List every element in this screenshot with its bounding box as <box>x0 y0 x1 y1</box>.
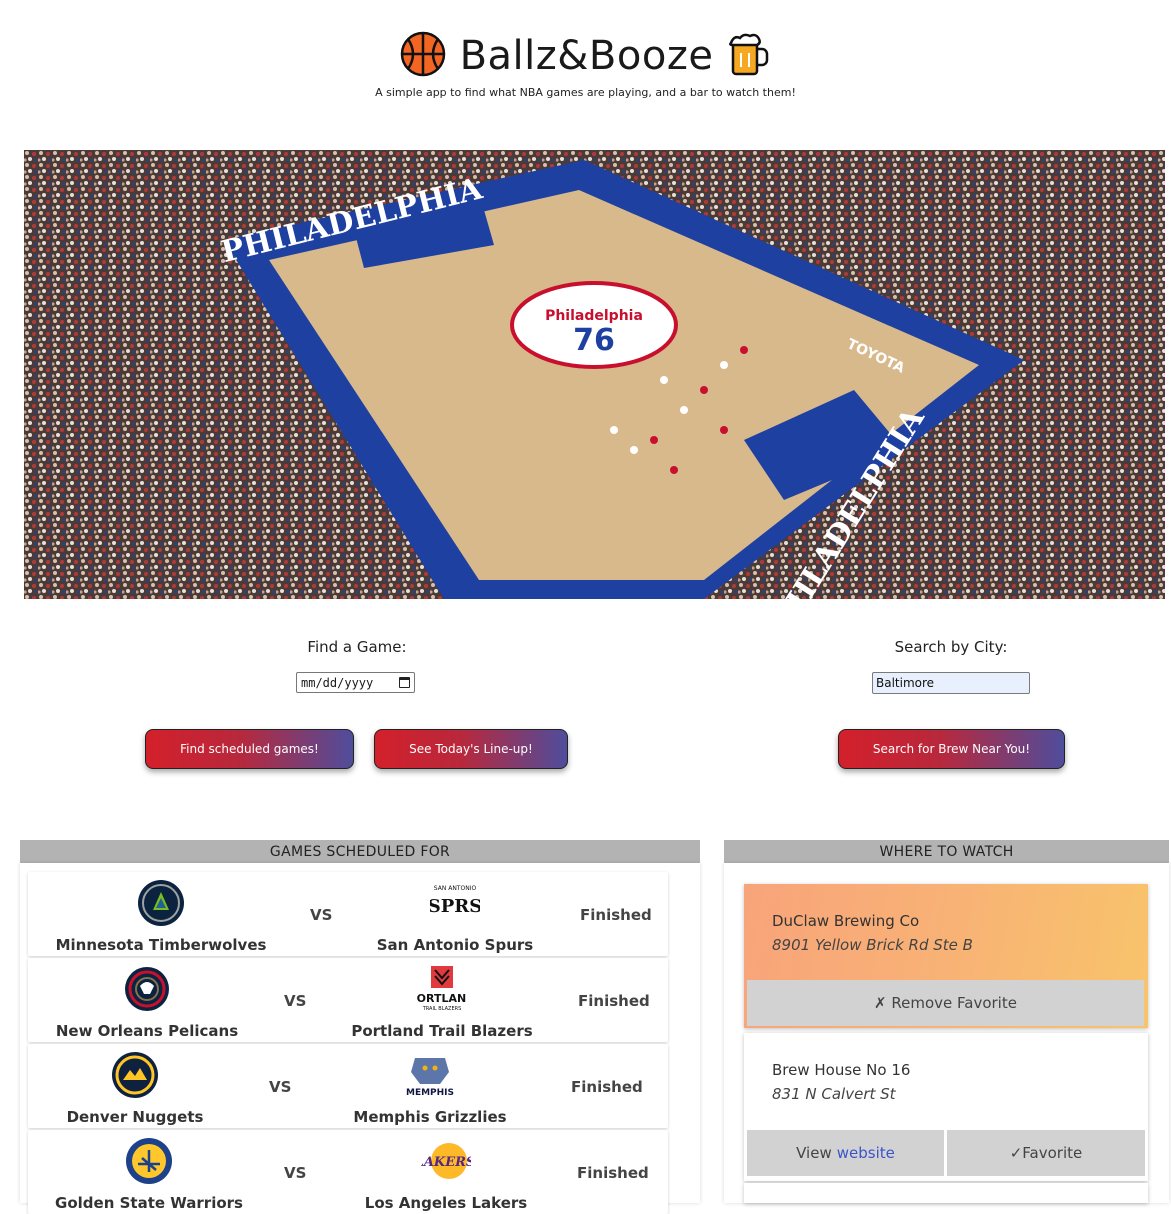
game-status: Finished <box>577 1164 649 1182</box>
see-todays-lineup-button[interactable]: See Today's Line-up! <box>374 729 568 769</box>
center-logo-number: 76 <box>573 323 615 358</box>
trail-blazers-logo-icon: PORTLANDTRAIL BLAZERS <box>409 964 475 1014</box>
bar-name: DuClaw Brewing Co <box>772 912 920 930</box>
nuggets-logo-icon <box>110 1050 160 1100</box>
svg-text:PORTLAND: PORTLAND <box>417 992 467 1005</box>
pelicans-logo-icon <box>122 964 172 1014</box>
game-status: Finished <box>580 906 652 924</box>
favorite-button[interactable]: ✓Favorite <box>947 1130 1145 1176</box>
games-section-heading: GAMES SCHEDULED FOR <box>20 840 700 863</box>
home-team-name: Minnesota Timberwolves <box>55 936 267 954</box>
home-team: New Orleans Pelicans <box>32 964 262 1040</box>
svg-text:TRAIL BLAZERS: TRAIL BLAZERS <box>422 1006 462 1012</box>
bar-address: 8901 Yellow Brick Rd Ste B <box>772 936 973 954</box>
games-list: Minnesota Timberwolves VS SPRS SAN ANTONI… <box>20 863 700 1214</box>
vs-label: VS <box>269 1078 292 1096</box>
home-team: Golden State Warriors <box>34 1136 264 1212</box>
home-team-name: Denver Nuggets <box>66 1108 204 1126</box>
game-status: Finished <box>578 992 650 1010</box>
home-team-name: Golden State Warriors <box>55 1194 243 1212</box>
away-team-name: Memphis Grizzlies <box>353 1108 507 1126</box>
view-prefix: View <box>796 1144 832 1162</box>
app-title: Ballz&Booze <box>459 33 714 79</box>
away-team: MEMPHIS Memphis Grizzlies <box>315 1050 545 1126</box>
svg-text:MEMPHIS: MEMPHIS <box>406 1088 454 1098</box>
svg-text:LAKERS: LAKERS <box>421 1155 471 1170</box>
search-city-label: Search by City: <box>894 638 1008 656</box>
bars-list: DuClaw Brewing Co 8901 Yellow Brick Rd S… <box>724 863 1169 1203</box>
calendar-icon[interactable] <box>399 677 410 688</box>
game-row: Denver Nuggets VS MEMPHIS Memphis Grizzl… <box>28 1044 668 1128</box>
bar-card <box>744 1183 1148 1203</box>
vs-label: VS <box>284 992 307 1010</box>
sixers-center-logo: Philadelphia 76 <box>510 281 678 369</box>
home-team: Denver Nuggets <box>20 1050 250 1126</box>
website-link[interactable]: website <box>837 1144 895 1162</box>
away-team-name: Los Angeles Lakers <box>364 1194 528 1212</box>
view-website-button[interactable]: View website <box>747 1130 944 1176</box>
date-input[interactable]: mm/dd/yyyy <box>296 672 415 693</box>
vs-label: VS <box>284 1164 307 1182</box>
away-team: PORTLANDTRAIL BLAZERS Portland Trail Bla… <box>327 964 557 1040</box>
find-game-label: Find a Game: <box>307 638 407 656</box>
svg-text:SPRS: SPRS <box>430 896 480 917</box>
beer-mug-icon <box>727 31 771 81</box>
bar-card: Brew House No 16 831 N Calvert St View w… <box>744 1033 1148 1181</box>
bar-name: Brew House No 16 <box>772 1061 911 1079</box>
center-logo-text: Philadelphia <box>545 308 643 324</box>
grizzlies-logo-icon: MEMPHIS <box>405 1050 455 1100</box>
away-team: LAKERS Los Angeles Lakers <box>331 1136 561 1212</box>
away-team-name: San Antonio Spurs <box>376 936 534 954</box>
date-input-placeholder: mm/dd/yyyy <box>301 675 374 690</box>
home-team-name: New Orleans Pelicans <box>55 1022 239 1040</box>
app-subtitle: A simple app to find what NBA games are … <box>375 86 796 99</box>
city-search-input[interactable] <box>872 672 1030 694</box>
warriors-logo-icon <box>124 1136 174 1186</box>
bars-section-heading: WHERE TO WATCH <box>724 840 1169 863</box>
bar-address: 831 N Calvert St <box>772 1085 896 1103</box>
spurs-logo-icon: SPRS SAN ANTONIO <box>428 878 483 928</box>
remove-favorite-button[interactable]: ✗ Remove Favorite <box>747 980 1144 1026</box>
game-row: Golden State Warriors VS LAKERS Los Ange… <box>28 1130 668 1214</box>
basketball-icon <box>400 31 446 81</box>
away-team-name: Portland Trail Blazers <box>351 1022 533 1040</box>
home-team: Minnesota Timberwolves <box>46 878 276 954</box>
game-status: Finished <box>571 1078 643 1096</box>
game-row: New Orleans Pelicans VS PORTLANDTRAIL BL… <box>28 958 668 1042</box>
bar-card: DuClaw Brewing Co 8901 Yellow Brick Rd S… <box>744 884 1148 1028</box>
game-row: Minnesota Timberwolves VS SPRS SAN ANTONI… <box>28 872 668 956</box>
find-scheduled-games-button[interactable]: Find scheduled games! <box>145 729 354 769</box>
arena-hero-image: Philadelphia 76 PHILADELPHIA PHILADELPHI… <box>24 150 1165 599</box>
vs-label: VS <box>310 906 333 924</box>
away-team: SPRS SAN ANTONIO San Antonio Spurs <box>340 878 570 954</box>
app-title-row: Ballz&Booze <box>0 28 1171 84</box>
lakers-logo-icon: LAKERS <box>414 1136 475 1186</box>
timberwolves-logo-icon <box>136 878 186 928</box>
search-brew-button[interactable]: Search for Brew Near You! <box>838 729 1065 769</box>
svg-text:SAN ANTONIO: SAN ANTONIO <box>434 885 477 892</box>
